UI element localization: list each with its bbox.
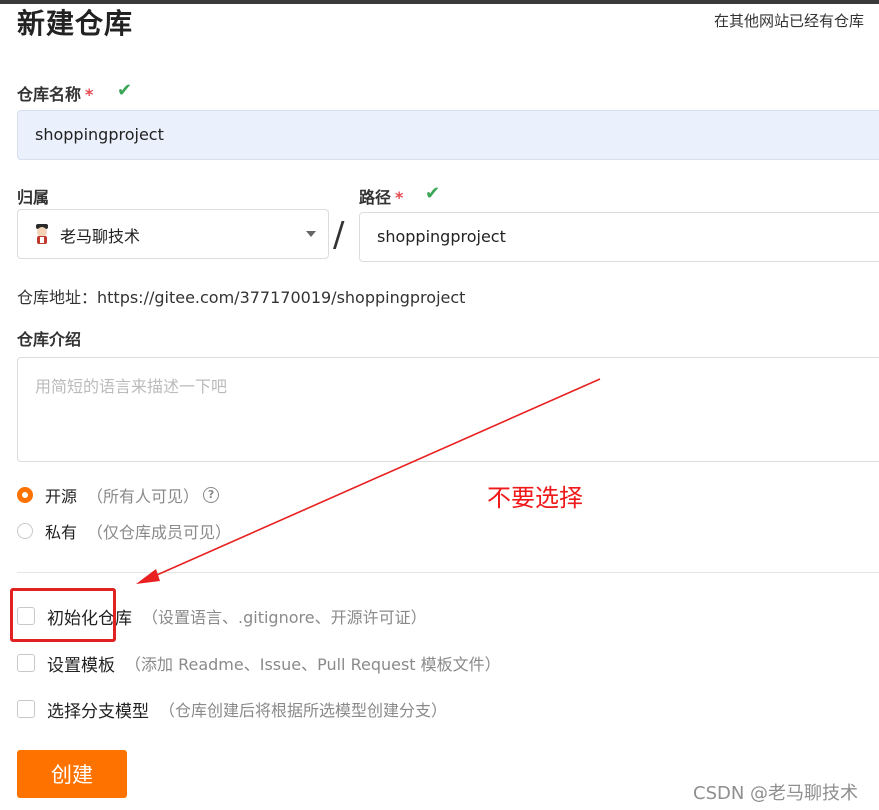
- watermark: CSDN @老马聊技术: [693, 783, 859, 804]
- create-button[interactable]: 创建: [17, 750, 127, 798]
- annotation-arrow: [136, 378, 601, 584]
